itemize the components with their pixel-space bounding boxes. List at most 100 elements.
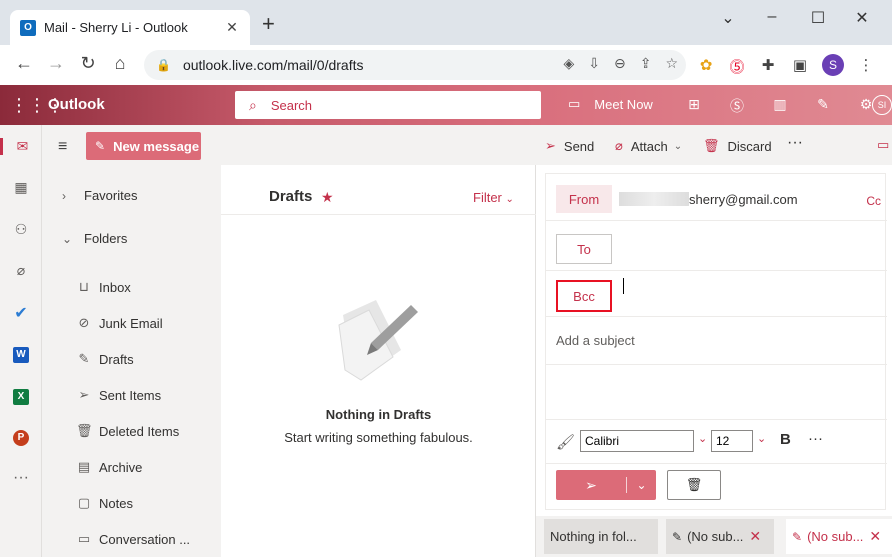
brand-title[interactable]: Outlook [48,96,105,113]
skype-icon[interactable]: Ⓢ [728,96,746,116]
hamburger-menu-icon[interactable]: ≡ [58,138,67,156]
forward-icon[interactable]: → [44,53,68,74]
close-icon[interactable]: ✕ [869,528,881,545]
folder-label: Conversation ... [99,531,191,547]
close-window-icon[interactable]: ✕ [852,8,872,28]
excel-icon[interactable]: X [0,386,42,405]
send-command[interactable]: ➢ Send [545,138,594,154]
folder-label: Deleted Items [99,423,180,439]
share-icon[interactable]: ⇪ [640,55,652,72]
favorites-group[interactable]: › Favorites [62,188,137,203]
new-tab-icon[interactable]: + [262,13,275,35]
apps-grid-icon[interactable]: ⊞ [685,96,703,113]
paperclip-icon: ⌀ [615,138,623,153]
powerpoint-icon[interactable]: P [0,427,42,446]
bold-button[interactable]: B [780,431,791,448]
send-button[interactable]: ➢ ⌄ [556,470,656,500]
office-icon[interactable]: ▥ [771,96,789,113]
popout-icon[interactable]: ▭ [877,137,889,153]
send-arrow-icon[interactable]: ➢ [556,477,626,494]
pencil-icon: ✎ [78,351,90,366]
word-icon[interactable]: W [0,344,42,363]
home-icon[interactable]: ⌂ [108,53,132,74]
draft-tab-active[interactable]: ✎ (No sub... ✕ [786,519,892,554]
chevron-down-icon[interactable]: ⌄ [627,478,656,492]
more-apps-icon[interactable]: ··· [0,469,42,487]
bookmark-star-icon[interactable]: ☆ [665,55,678,72]
mail-icon[interactable]: ✉ [0,138,42,155]
tracking-icon[interactable]: ◈ [563,55,574,72]
extension-icon[interactable]: ✿ [696,56,716,74]
meet-now-label: Meet Now [594,96,653,112]
from-button[interactable]: From [556,185,612,213]
outlook-header: ⋮⋮⋮ Outlook ⌕ Search ▭ Meet Now ⊞ Ⓢ ▥ ✎ … [0,85,892,125]
zoom-icon[interactable]: ⊖ [614,55,626,72]
folder-inbox[interactable]: ⊔ Inbox [76,279,131,295]
attachment-icon[interactable]: ⌀ [0,262,42,279]
draft-tab[interactable]: ✎ (No sub... ✕ [666,519,774,554]
to-button[interactable]: To [556,234,612,264]
chevron-down-icon[interactable]: ⌄ [757,432,766,445]
discard-command[interactable]: 🗑 Discard [703,138,772,154]
puzzle-icon[interactable]: ✚ [758,56,778,74]
font-size-input[interactable]: 12 [711,430,753,452]
folders-group[interactable]: ⌄ Folders [62,231,127,246]
lock-icon[interactable]: 🔒 [156,58,171,72]
minimize-icon[interactable]: – [762,8,782,26]
pinterest-icon[interactable]: ⓹ [727,56,747,77]
browser-tab-title: Mail - Sherry Li - Outlook [44,20,188,35]
filter-label: Filter [473,190,502,205]
favorite-star-icon[interactable]: ★ [321,189,334,206]
more-options-icon[interactable]: ··· [787,134,803,152]
trash-icon: 🗑 [76,423,93,438]
folder-archive[interactable]: ▤ Archive [76,459,143,475]
folder-deleted-items[interactable]: 🗑 Deleted Items [76,423,179,439]
pencil-icon: ✎ [672,529,683,544]
chevron-down-icon: ⌄ [673,140,683,152]
text-cursor [623,278,624,294]
people-icon[interactable]: ⚇ [0,221,42,238]
side-panel-icon[interactable]: ▣ [790,56,810,74]
back-icon[interactable]: ← [12,53,36,74]
new-message-button[interactable]: ✎ New message [86,132,201,160]
browser-tab[interactable]: O Mail - Sherry Li - Outlook ✕ [10,10,250,45]
folder-notes[interactable]: ▢ Notes [76,495,133,511]
install-icon[interactable]: ⇩ [588,55,600,72]
send-command-label: Send [563,138,595,154]
folder-conversation-history[interactable]: ▭ Conversation ... [76,531,190,547]
folder-label: Notes [99,495,133,511]
format-painter-icon[interactable]: 🖌 [556,433,575,451]
maximize-icon[interactable]: ☐ [808,8,828,28]
whats-new-icon[interactable]: ✎ [814,96,832,113]
draft-tab[interactable]: Nothing in fol... [544,519,658,554]
cc-link[interactable]: Cc [866,194,881,208]
user-avatar[interactable]: SI [872,95,892,115]
font-family-input[interactable]: Calibri [580,430,694,452]
url-text[interactable]: outlook.live.com/mail/0/drafts [183,57,364,73]
chevron-down-icon[interactable]: ⌄ [698,432,707,445]
video-icon: ▭ [568,96,581,111]
profile-avatar[interactable]: S [822,54,844,76]
address-bar[interactable]: 🔒 outlook.live.com/mail/0/drafts ◈ ⇩ ⊖ ⇪… [144,50,686,80]
subject-field[interactable]: Add a subject [556,333,635,348]
search-box[interactable]: ⌕ Search [235,91,541,119]
filter-button[interactable]: Filter ⌄ [473,190,514,205]
close-icon[interactable]: ✕ [749,528,761,545]
attach-command[interactable]: ⌀ Attach ⌄ [615,138,682,154]
chevron-down-icon[interactable]: ⌄ [718,8,738,28]
discard-button[interactable]: 🗑 [667,470,721,500]
folder-label: Inbox [99,279,131,295]
bcc-button[interactable]: Bcc [556,280,612,312]
folder-drafts[interactable]: ✎ Drafts [76,351,134,367]
folder-label: Archive [99,459,143,475]
meet-now-button[interactable]: ▭ Meet Now [568,96,653,112]
more-formatting-icon[interactable]: ··· [808,430,823,447]
close-tab-icon[interactable]: ✕ [224,19,240,36]
attach-command-label: Attach [630,138,668,154]
folder-junk-email[interactable]: ⊘ Junk Email [76,315,163,331]
reload-icon[interactable]: ↻ [76,53,100,74]
folder-sent-items[interactable]: ➢ Sent Items [76,387,162,403]
menu-kebab-icon[interactable]: ⋮ [856,56,876,74]
todo-icon[interactable]: ✔ [0,303,42,323]
calendar-icon[interactable]: ▦ [0,179,42,196]
